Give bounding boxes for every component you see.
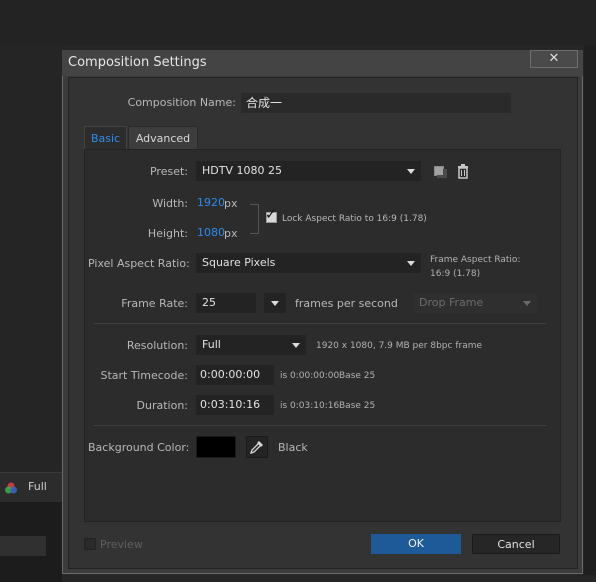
resolution-value: Full (202, 338, 221, 351)
trash-icon[interactable] (455, 163, 471, 179)
height-value[interactable]: 1080 (197, 226, 225, 239)
resolution-dropdown[interactable]: Full (196, 335, 306, 355)
separator (94, 425, 546, 426)
pixel-aspect-dropdown[interactable]: Square Pixels (196, 253, 421, 273)
lock-aspect-label: Lock Aspect Ratio to 16:9 (1.78) (282, 214, 427, 224)
height-label: Height: (147, 227, 188, 240)
ok-button[interactable]: OK (371, 534, 461, 554)
duration-base: Base 25 (339, 401, 376, 411)
frame-aspect-value: 16:9 (1.78) (430, 269, 481, 279)
preview-checkbox[interactable] (84, 538, 96, 550)
preset-value: HDTV 1080 25 (202, 164, 282, 177)
chevron-down-icon (271, 301, 279, 306)
background-app-right (584, 45, 596, 575)
frame-rate-label: Frame Rate: (121, 297, 188, 310)
drop-frame-value: Drop Frame (419, 296, 484, 309)
duration-input[interactable]: 0:03:10:16 (196, 395, 274, 415)
frame-rate-value: 25 (202, 296, 216, 309)
preset-label: Preset: (149, 165, 188, 178)
aspect-link-bracket (250, 204, 259, 234)
resolution-label[interactable]: Full (28, 480, 47, 493)
checkmark-icon: ✓ (265, 207, 277, 223)
composition-name-label: Composition Name: (127, 96, 236, 109)
background-app-left (0, 45, 62, 470)
tab-basic[interactable]: Basic (84, 126, 127, 149)
color-channels-icon[interactable] (4, 481, 18, 495)
frame-aspect-label: Frame Aspect Ratio: (430, 255, 521, 265)
frame-rate-dropdown-button[interactable] (264, 293, 286, 313)
chevron-down-icon (292, 343, 300, 348)
save-preset-icon[interactable] (432, 163, 448, 179)
preview-label: Preview (100, 538, 143, 551)
duration-is: is 0:03:10:16 (280, 401, 340, 411)
eyedropper-icon (249, 440, 264, 455)
background-color-label: Background Color: (88, 441, 190, 454)
chevron-down-icon (407, 261, 415, 266)
separator (94, 323, 546, 324)
width-unit: px (224, 197, 238, 210)
start-timecode-label: Start Timecode: (100, 369, 188, 382)
cancel-button[interactable]: Cancel (472, 534, 560, 554)
chevron-down-icon (523, 301, 531, 306)
background-input[interactable] (0, 536, 46, 556)
height-unit: px (224, 227, 238, 240)
duration-label: Duration: (136, 399, 188, 412)
background-app-top (0, 0, 596, 45)
resolution-info: 1920 x 1080, 7.9 MB per 8bpc frame (316, 341, 483, 351)
chevron-down-icon (407, 169, 415, 174)
background-color-name: Black (278, 441, 308, 454)
pixel-aspect-label: Pixel Aspect Ratio: (88, 257, 190, 270)
close-icon: ✕ (548, 51, 560, 66)
tab-advanced[interactable]: Advanced (128, 126, 198, 149)
eyedropper-button[interactable] (246, 436, 268, 458)
background-viewer-toolbar: Full (0, 472, 62, 503)
close-button[interactable]: ✕ (530, 50, 578, 68)
width-label: Width: (152, 197, 188, 210)
composition-name-input[interactable]: 合成一 (241, 93, 511, 113)
frame-rate-unit: frames per second (295, 297, 398, 310)
preset-dropdown[interactable]: HDTV 1080 25 (196, 161, 421, 181)
background-color-swatch[interactable] (196, 436, 236, 458)
start-timecode-input[interactable]: 0:00:00:00 (196, 365, 274, 385)
pixel-aspect-value: Square Pixels (202, 256, 276, 269)
frame-rate-input[interactable]: 25 (196, 293, 256, 313)
drop-frame-dropdown: Drop Frame (413, 293, 537, 313)
start-timecode-is: is 0:00:00:00 (280, 371, 340, 381)
composition-name-value: 合成一 (246, 96, 283, 110)
duration-value: 0:03:10:16 (200, 398, 261, 411)
start-timecode-value: 0:00:00:00 (200, 368, 261, 381)
start-timecode-base: Base 25 (339, 371, 376, 381)
width-value[interactable]: 1920 (197, 196, 225, 209)
resolution-label: Resolution: (126, 339, 188, 352)
dialog-title: Composition Settings (68, 55, 207, 70)
